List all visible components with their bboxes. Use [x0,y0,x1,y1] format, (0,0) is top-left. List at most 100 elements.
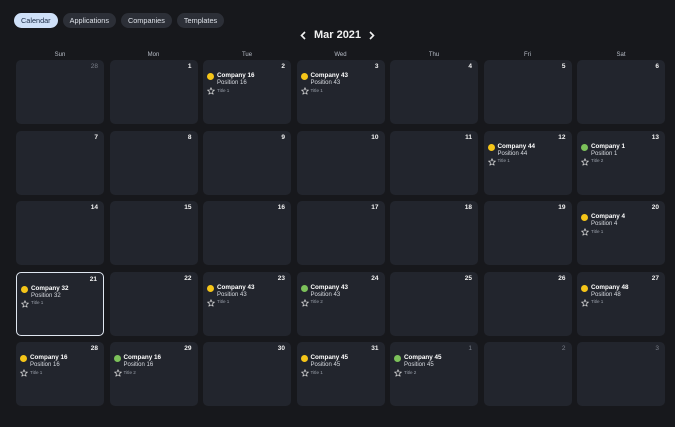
calendar-event[interactable]: Company 43 Position 43 Title 1 [207,284,289,307]
weekday-label: Wed [334,52,347,58]
calendar-day-cell[interactable]: 28 [16,60,104,124]
calendar-day-cell[interactable]: 18 [390,201,478,265]
calendar-event[interactable]: Company 45 Position 45 Title 2 [394,354,476,377]
event-position: Position 45 [404,362,434,368]
day-number: 4 [468,63,472,70]
tab-calendar[interactable]: Calendar [14,13,58,28]
day-number: 28 [90,345,98,352]
event-title: Title 2 [591,158,604,163]
event-title: Title 1 [217,87,230,93]
day-number: 18 [464,204,472,211]
star-icon[interactable] [300,294,309,307]
calendar-day-cell[interactable]: 20 Company 4 Position 4 Title 1 [577,201,665,265]
star-icon[interactable] [207,294,215,307]
calendar-day-cell[interactable]: 25 [390,271,478,336]
calendar-event[interactable]: Company 4 Position 4 Title 1 [581,213,663,236]
calendar-day-cell[interactable]: 15 [109,201,198,265]
day-number: 6 [655,63,659,70]
calendar-event[interactable]: Company 43 Position 43 Title 2 [300,284,383,307]
calendar-day-cell[interactable]: 12 Company 44 Position 44 Title 1 [483,130,572,195]
calendar-day-cell[interactable]: 7 [16,130,104,195]
calendar-event[interactable]: Company 16 Position 16 Title 1 [207,72,289,95]
event-company: Company 45 [310,354,348,361]
tab-applications[interactable]: Applications [62,13,116,28]
calendar-day-cell[interactable]: 31 Company 45 Position 45 Title 1 [296,342,385,406]
calendar-day-cell[interactable]: 19 [483,201,572,265]
event-company: Company 16 [30,354,68,361]
calendar-event[interactable]: Company 16 Position 16 Title 2 [113,354,196,377]
weekday-label: Mon [147,52,160,58]
event-title: Title 1 [310,369,323,375]
star-icon[interactable] [113,364,122,377]
status-dot-icon [581,143,588,151]
prev-month-button[interactable] [298,29,308,41]
event-company: Company 44 [497,142,535,150]
day-number: 23 [277,274,285,282]
day-number: 5 [561,63,566,70]
day-number: 2 [561,345,566,352]
calendar-day-cell[interactable]: 26 [483,271,572,336]
star-icon[interactable] [20,364,28,377]
calendar-day-cell[interactable]: 6 [577,60,665,124]
calendar-day-cell[interactable]: 17 [296,201,385,265]
star-icon[interactable] [300,82,309,95]
calendar-day-cell[interactable]: 1 Company 45 Position 45 Title 2 [390,342,478,406]
calendar-day-cell[interactable]: 3 Company 43 Position 43 Title 1 [296,60,385,124]
star-icon[interactable] [581,294,589,307]
event-position: Position 16 [30,362,60,368]
weekday-label: Sun [54,52,66,58]
star-icon[interactable] [581,223,589,236]
event-title: Title 1 [217,299,230,304]
calendar-day-cell[interactable]: 27 Company 48 Position 48 Title 1 [577,271,665,336]
star-icon[interactable] [487,153,496,166]
calendar-day-cell[interactable]: 2 Company 16 Position 16 Title 1 [203,60,291,124]
star-icon[interactable] [207,82,215,95]
calendar-day-cell[interactable]: 23 Company 43 Position 43 Title 1 [203,271,291,336]
calendar-day-cell[interactable]: 11 [390,130,478,195]
chevron-left-icon [300,30,306,40]
calendar-day-cell[interactable]: 14 [16,201,104,265]
tab-companies[interactable]: Companies [120,13,172,28]
calendar-day-cell-today[interactable]: 21 Company 32 Position 32 Title 1 [16,271,104,336]
calendar-event[interactable]: Company 44 Position 44 Title 1 [487,142,570,166]
window-edge [675,0,683,427]
star-icon[interactable] [394,364,402,377]
calendar-day-cell[interactable]: 8 [109,130,198,195]
calendar-day-cell[interactable]: 5 [483,60,572,124]
calendar-day-cell[interactable]: 24 Company 43 Position 43 Title 2 [296,271,385,336]
weekday-label: Thu [428,52,440,58]
status-dot-icon [21,285,28,293]
calendar-day-cell[interactable]: 1 [109,60,198,124]
star-icon[interactable] [581,153,589,166]
calendar-event[interactable]: Company 32 Position 32 Title 1 [21,285,103,308]
day-number: 11 [465,133,472,141]
calendar-day-cell[interactable]: 30 [203,342,291,406]
calendar-event[interactable]: Company 1 Position 1 Title 2 [581,143,663,166]
calendar-day-cell[interactable]: 22 [109,271,198,336]
calendar-event[interactable]: Company 48 Position 48 Title 1 [581,283,663,307]
calendar-day-cell[interactable]: 28 Company 16 Position 16 Title 1 [16,342,104,406]
event-company: Company 48 [591,283,629,291]
calendar-day-cell[interactable]: 16 [203,201,291,265]
day-number: 15 [184,204,192,211]
next-month-button[interactable] [367,29,377,41]
calendar-day-cell[interactable]: 10 [296,130,385,195]
calendar-day-cell[interactable]: 4 [390,60,478,124]
day-number: 29 [184,345,192,352]
star-icon[interactable] [21,295,29,308]
tab-templates[interactable]: Templates [176,13,225,28]
calendar-day-cell[interactable]: 2 [483,342,572,406]
day-number: 31 [371,345,379,352]
calendar-day-cell[interactable]: 13 Company 1 Position 1 Title 2 [577,130,665,195]
calendar-event[interactable]: Company 45 Position 45 Title 1 [300,354,383,377]
calendar-grid: 28 1 2 Company 16 Position 16 Title 1 3 Company… [16,60,665,407]
calendar-day-cell[interactable]: 9 [203,130,291,195]
calendar-event[interactable]: Company 16 Position 16 Title 1 [20,354,102,377]
star-icon[interactable] [300,364,309,377]
calendar-day-cell[interactable]: 3 [577,342,665,406]
calendar-event[interactable]: Company 43 Position 43 Title 1 [300,72,383,95]
calendar-day-cell[interactable]: 29 Company 16 Position 16 Title 2 [109,342,198,406]
status-dot-icon [300,284,308,292]
day-number: 1 [468,345,472,352]
day-number: 8 [187,133,192,141]
